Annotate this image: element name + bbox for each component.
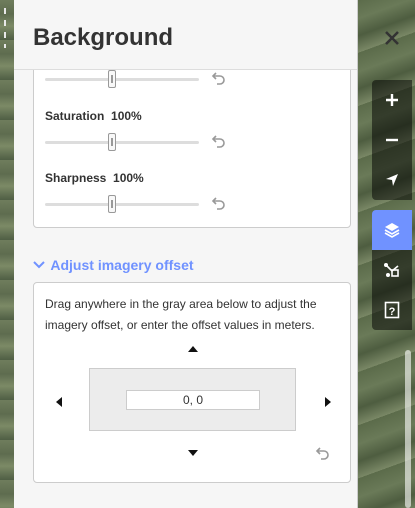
help-icon: ? (384, 301, 400, 319)
brightness-slider-thumb[interactable] (108, 70, 116, 88)
map-data-button[interactable] (372, 250, 412, 290)
background-pane: Background Saturation 100% Sharpness 100… (14, 0, 358, 508)
offset-drag-area[interactable] (89, 368, 296, 431)
svg-text:?: ? (389, 306, 396, 318)
plus-icon (386, 94, 398, 106)
imagery-offset-description: Drag anywhere in the gray area below to … (45, 297, 317, 332)
zoom-in-button[interactable] (372, 80, 412, 120)
sharpness-slider-track[interactable] (45, 203, 199, 206)
brightness-slider-track[interactable] (45, 78, 199, 81)
help-button[interactable]: ? (372, 290, 412, 330)
sharpness-slider-thumb[interactable] (108, 195, 116, 213)
sharpness-label: Sharpness 100% (45, 171, 144, 185)
offset-input[interactable] (126, 390, 260, 410)
saturation-reset-icon[interactable] (211, 133, 227, 149)
minus-icon (386, 138, 398, 142)
chevron-down-icon (33, 257, 47, 273)
map-data-icon (384, 263, 399, 277)
offset-reset-icon[interactable] (315, 445, 331, 461)
saturation-label: Saturation 100% (45, 109, 142, 123)
saturation-slider-thumb[interactable] (108, 133, 116, 151)
pane-header-overlay: Background (14, 0, 357, 70)
brightness-reset-icon[interactable] (211, 70, 227, 86)
nudge-up-icon[interactable] (188, 346, 198, 352)
saturation-slider-track[interactable] (45, 141, 199, 144)
sharpness-value: 100% (113, 171, 144, 185)
saturation-value: 100% (111, 109, 142, 123)
nudge-left-icon[interactable] (56, 397, 62, 407)
sharpness-reset-icon[interactable] (211, 195, 227, 211)
saturation-label-text: Saturation (45, 109, 105, 123)
layers-icon (384, 223, 400, 238)
zoom-out-button[interactable] (372, 120, 412, 160)
pane-scrollbar[interactable] (405, 350, 411, 508)
map-imagery-left[interactable] (0, 0, 14, 508)
sharpness-label-text: Sharpness (45, 171, 107, 185)
nudge-down-icon[interactable] (188, 450, 198, 456)
imagery-offset-heading: Adjust imagery offset (50, 257, 194, 273)
close-icon[interactable] (380, 26, 404, 50)
nudge-right-icon[interactable] (325, 397, 331, 407)
geolocate-button[interactable] (372, 160, 412, 200)
pane-title-overlay: Background (33, 24, 174, 51)
imagery-offset-toggle[interactable]: Adjust imagery offset (33, 257, 194, 273)
background-button[interactable] (372, 210, 412, 250)
imagery-offset-box: Drag anywhere in the gray area below to … (33, 282, 351, 483)
location-arrow-icon (386, 174, 398, 186)
